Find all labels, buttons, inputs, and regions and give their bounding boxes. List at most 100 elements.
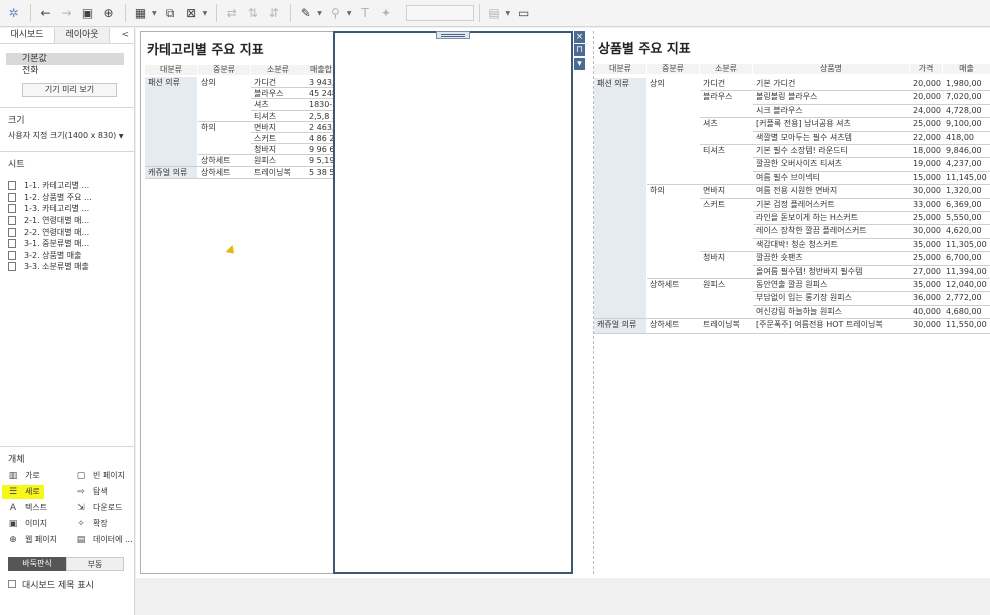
- present-icon[interactable]: ▭: [514, 4, 533, 23]
- label-icon[interactable]: T: [356, 4, 375, 23]
- table-cell: 20,000: [913, 79, 941, 88]
- more-options-icon[interactable]: ▾: [574, 58, 585, 70]
- object-extension[interactable]: ✧ 확장: [76, 517, 136, 531]
- row-divider: [753, 130, 990, 132]
- pin-icon[interactable]: ⊓: [574, 44, 585, 56]
- object-image[interactable]: ▣ 이미지: [8, 517, 76, 531]
- table-cell: 셔츠: [703, 119, 718, 129]
- vertical-icon: ☰: [8, 486, 18, 497]
- table-cell: 22,000: [913, 132, 941, 142]
- chevron-down-icon[interactable]: ▼: [317, 10, 322, 17]
- tiled-button[interactable]: 바둑판식: [8, 556, 66, 571]
- table-cell: 4,237,00: [946, 159, 982, 169]
- column-header: 매출: [943, 64, 990, 74]
- table-cell: 19,000: [913, 159, 941, 169]
- layout-toggle: 바둑판식 부동: [8, 556, 134, 571]
- object-web-page[interactable]: ⊕ 웹 페이지: [8, 533, 76, 547]
- row-divider: [753, 224, 990, 226]
- group-shade: [594, 78, 646, 320]
- table-cell: 30,000: [913, 186, 941, 196]
- table-cell: 33,000: [913, 199, 941, 209]
- table-cell: 36,000: [913, 293, 941, 303]
- collapse-icon[interactable]: <: [110, 28, 134, 43]
- sort-asc-icon[interactable]: ⇅: [243, 4, 262, 23]
- table-cell: 11,550,00: [946, 320, 987, 330]
- chevron-down-icon[interactable]: ▼: [347, 10, 352, 17]
- sheet-item[interactable]: 2-1. 연령대별 매...: [0, 215, 134, 227]
- object-text[interactable]: A 텍스트: [8, 501, 76, 515]
- data-story-icon: ▤: [76, 534, 86, 545]
- new-datasource-icon[interactable]: ⊕: [99, 4, 118, 23]
- row-divider: [251, 143, 333, 145]
- tab-dashboard[interactable]: 대시보드: [0, 28, 55, 43]
- pin-icon[interactable]: ✦: [377, 4, 396, 23]
- size-dropdown[interactable]: 사용자 지정 크기(1400 x 830) ▼: [0, 130, 134, 141]
- tableau-logo-icon[interactable]: ✲: [4, 4, 23, 23]
- table-cell: 25,000: [913, 253, 941, 263]
- table-cell: 볼링볼링 블라우스: [756, 92, 818, 102]
- table-cell: 색감대박! 청순 청스커트: [756, 239, 838, 249]
- object-blank[interactable]: ▢ 빈 페이지: [76, 469, 136, 483]
- category-metrics-sheet[interactable]: 카테고리별 주요 지표 대분류중분류소분류매출합패션 의류상의가디건3 943,…: [140, 31, 334, 574]
- sheet-list: 1-1. 카테고리별 ... 1-2. 상품별 주요 ... 1-3. 카테고리…: [0, 180, 134, 273]
- object-horizontal[interactable]: ▥ 가로: [8, 469, 76, 483]
- tab-layout[interactable]: 레이아웃: [55, 28, 110, 43]
- floating-button[interactable]: 부동: [66, 556, 124, 571]
- sheet-label: 3-2. 상품별 매출: [24, 250, 82, 260]
- sheet-item[interactable]: 3-3. 소분류별 매출: [0, 261, 134, 273]
- object-download[interactable]: ⇲ 다운로드: [76, 501, 136, 515]
- back-icon[interactable]: ←: [36, 4, 55, 23]
- table-cell: 7,020,00: [946, 92, 982, 102]
- device-preview-button[interactable]: 기기 미리 보기: [22, 83, 117, 97]
- sheet-item[interactable]: 1-1. 카테고리별 ...: [0, 180, 134, 192]
- device-phone[interactable]: 전화: [6, 65, 124, 77]
- object-navigation[interactable]: ⇨ 탐색: [76, 485, 136, 499]
- new-worksheet-icon[interactable]: ▦: [131, 4, 150, 23]
- product-metrics-sheet[interactable]: 상품별 주요 지표 대분류 중분류 소분류 상품명 가격 매출 패션 의류 상의 가디건 기본 가…: [594, 31, 990, 574]
- swap-icon[interactable]: ⇄: [222, 4, 241, 23]
- chevron-down-icon[interactable]: ▼: [203, 10, 208, 17]
- table-cell: 트레이닝복: [254, 167, 291, 177]
- sheet-item[interactable]: 1-2. 상품별 주요 ...: [0, 192, 134, 204]
- column-header: 소분류: [251, 65, 305, 75]
- table-cell: 25,000: [913, 119, 941, 129]
- sheet-item[interactable]: 3-1. 중분류별 매...: [0, 238, 134, 250]
- table-cell: 20,000: [913, 92, 941, 102]
- duplicate-icon[interactable]: ⧉: [161, 4, 180, 23]
- save-icon[interactable]: ▣: [78, 4, 97, 23]
- object-data-story[interactable]: ▤ 데이터에 ...: [76, 533, 136, 547]
- sheet-item[interactable]: 1-3. 카테고리별 ...: [0, 203, 134, 215]
- table-cell: 40,000: [913, 306, 941, 316]
- fit-selector[interactable]: [405, 5, 474, 21]
- chevron-down-icon[interactable]: ▼: [152, 10, 157, 17]
- close-icon[interactable]: ×: [574, 31, 585, 43]
- clear-icon[interactable]: ⊠: [182, 4, 201, 23]
- object-vertical[interactable]: ☰ 세로: [2, 484, 44, 499]
- sort-desc-icon[interactable]: ⇵: [264, 4, 283, 23]
- device-default[interactable]: 기본값: [6, 53, 124, 65]
- group-icon[interactable]: ⚲: [326, 4, 345, 23]
- show-title-checkbox[interactable]: 대시보드 제목 표시: [0, 578, 134, 591]
- worksheet-icon: [8, 239, 16, 249]
- object-label: 빈 페이지: [93, 471, 125, 481]
- table-cell: 상하세트: [201, 167, 231, 177]
- object-label: 탐색: [93, 487, 108, 497]
- show-me-icon[interactable]: ▤: [485, 4, 504, 23]
- image-icon: ▣: [8, 518, 18, 529]
- drag-handle[interactable]: [436, 31, 470, 39]
- sheet-item[interactable]: 2-2. 연령대별 매...: [0, 226, 134, 238]
- forward-icon[interactable]: →: [57, 4, 76, 23]
- object-label: 확장: [93, 519, 108, 529]
- highlight-icon[interactable]: ✎: [296, 4, 315, 23]
- chevron-down-icon[interactable]: ▼: [506, 10, 511, 17]
- sheets-heading: 시트: [8, 160, 25, 170]
- object-label: 텍스트: [25, 503, 48, 513]
- table-cell: 여름 필수 브이넥티: [756, 172, 820, 182]
- table-cell: 상의: [650, 79, 665, 88]
- sheet-item[interactable]: 3-2. 상품별 매출: [0, 250, 134, 262]
- selected-vertical-container[interactable]: [333, 31, 573, 574]
- divider: [0, 151, 134, 152]
- table-cell: 11,145,00: [946, 172, 987, 182]
- table-cell: 레이스 장착한 깔끔 플레어스커트: [756, 226, 867, 236]
- table-cell: 부담없이 입는 롱기장 원피스: [756, 293, 852, 303]
